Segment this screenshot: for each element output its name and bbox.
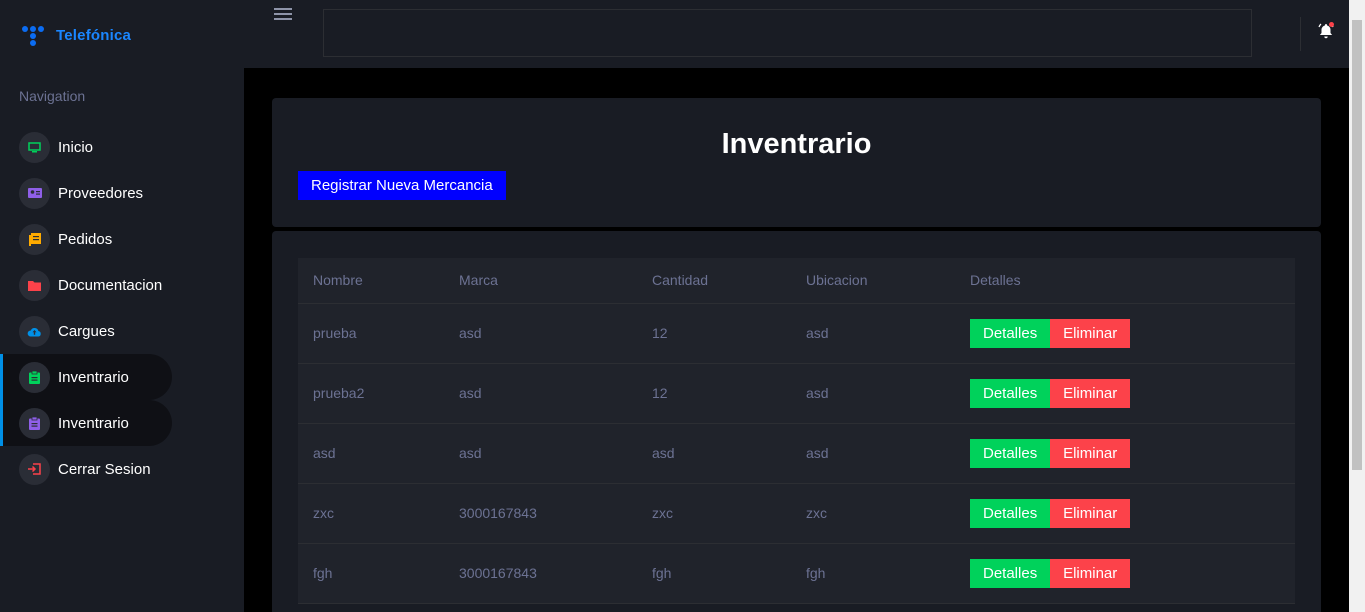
menu-toggle-icon[interactable] (274, 8, 292, 22)
delete-button[interactable]: Eliminar (1050, 498, 1131, 528)
nav-heading: Navigation (19, 88, 86, 104)
cell-marca: asd (444, 363, 637, 424)
delete-button[interactable]: Eliminar (1050, 378, 1131, 408)
sidebar-item-documentacion[interactable]: Documentacion (0, 262, 172, 308)
brand-name: Telefónica (56, 26, 132, 44)
cell-ubicacion: asd (791, 423, 955, 484)
sidebar-item-inicio[interactable]: Inicio (0, 124, 172, 170)
table-row: prueba asd 12 asd Detalles Eliminar (298, 303, 1295, 364)
delete-button[interactable]: Eliminar (1050, 438, 1131, 468)
table-row: zxc 3000167843 zxc zxc Detalles Eliminar (298, 483, 1295, 544)
delete-button[interactable]: Eliminar (1050, 318, 1131, 348)
inventory-table-card: Nombre Marca Cantidad Ubicacion Detalles… (272, 231, 1321, 612)
clipboard-icon (19, 407, 50, 439)
document-icon (19, 223, 50, 255)
cell-cantidad: 12 (637, 363, 791, 424)
inventory-header-card: Inventrario Registrar Nueva Mercancia (272, 98, 1321, 227)
cell-nombre: prueba2 (298, 363, 444, 424)
cell-nombre: prueba (298, 303, 444, 364)
cell-actions: Detalles Eliminar (955, 303, 1295, 364)
scrollbar-thumb[interactable] (1352, 20, 1362, 470)
inventory-table: Nombre Marca Cantidad Ubicacion Detalles… (298, 258, 1295, 604)
details-button[interactable]: Detalles (970, 438, 1051, 468)
table-row: asd asd asd asd Detalles Eliminar (298, 423, 1295, 484)
sidebar-item-label: Inventrario (58, 414, 129, 432)
cell-ubicacion: fgh (791, 543, 955, 604)
sidebar-item-inventrario[interactable]: Inventrario (0, 354, 172, 400)
search-input[interactable] (323, 9, 1252, 57)
cell-cantidad: fgh (637, 543, 791, 604)
cell-nombre: asd (298, 423, 444, 484)
cell-cantidad: 12 (637, 303, 791, 364)
column-header-ubicacion: Ubicacion (791, 258, 955, 304)
details-button[interactable]: Detalles (970, 498, 1051, 528)
clipboard-icon (19, 361, 50, 393)
sidebar-item-proveedores[interactable]: Proveedores (0, 170, 172, 216)
navbar-divider (1300, 17, 1301, 51)
page-title: Inventrario (721, 128, 872, 160)
sidebar: Telefónica Navigation Inicio Proveedores… (0, 0, 244, 612)
cell-ubicacion: zxc (791, 483, 955, 544)
details-button[interactable]: Detalles (970, 558, 1051, 588)
table-header-row: Nombre Marca Cantidad Ubicacion Detalles (298, 258, 1295, 304)
sidebar-item-cerrar-sesion[interactable]: Cerrar Sesion (0, 446, 172, 492)
sidebar-item-label: Documentacion (58, 276, 163, 294)
cell-nombre: zxc (298, 483, 444, 544)
logout-icon (19, 453, 50, 485)
column-header-marca: Marca (444, 258, 637, 304)
sidebar-item-inventrario-2[interactable]: Inventrario (0, 400, 172, 446)
cell-marca: 3000167843 (444, 543, 637, 604)
top-navbar (244, 0, 1349, 68)
notification-bell-icon[interactable] (1317, 22, 1335, 40)
sidebar-item-label: Inicio (58, 138, 94, 156)
details-button[interactable]: Detalles (970, 318, 1051, 348)
cell-actions: Detalles Eliminar (955, 543, 1295, 604)
telefonica-logo-icon (22, 23, 52, 47)
cell-marca: 3000167843 (444, 483, 637, 544)
cell-ubicacion: asd (791, 303, 955, 364)
column-header-nombre: Nombre (298, 258, 444, 304)
cell-actions: Detalles Eliminar (955, 423, 1295, 484)
register-merchandise-button[interactable]: Registrar Nueva Mercancia (298, 171, 506, 200)
sidebar-item-label: Pedidos (58, 230, 113, 248)
cell-marca: asd (444, 423, 637, 484)
table-row: fgh 3000167843 fgh fgh Detalles Eliminar (298, 543, 1295, 604)
sidebar-item-cargues[interactable]: Cargues (0, 308, 172, 354)
page-scrollbar[interactable] (1349, 0, 1365, 612)
sidebar-item-label: Cerrar Sesion (58, 460, 151, 478)
sidebar-item-label: Inventrario (58, 368, 129, 386)
monitor-icon (19, 131, 50, 163)
table-row: prueba2 asd 12 asd Detalles Eliminar (298, 363, 1295, 424)
sidebar-item-label: Proveedores (58, 184, 144, 202)
cell-nombre: fgh (298, 543, 444, 604)
column-header-cantidad: Cantidad (637, 258, 791, 304)
table-wrapper: Nombre Marca Cantidad Ubicacion Detalles… (298, 258, 1295, 604)
cell-cantidad: asd (637, 423, 791, 484)
cell-ubicacion: asd (791, 363, 955, 424)
cell-actions: Detalles Eliminar (955, 363, 1295, 424)
delete-button[interactable]: Eliminar (1050, 558, 1131, 588)
cell-actions: Detalles Eliminar (955, 483, 1295, 544)
id-card-icon (19, 177, 50, 209)
cell-marca: asd (444, 303, 637, 364)
sidebar-item-pedidos[interactable]: Pedidos (0, 216, 172, 262)
app-root: Telefónica Navigation Inicio Proveedores… (0, 0, 1365, 612)
brand-logo[interactable]: Telefónica (22, 22, 131, 48)
column-header-detalles: Detalles (955, 258, 1295, 304)
cloud-upload-icon (19, 315, 50, 347)
folder-icon (19, 269, 50, 301)
sidebar-item-label: Cargues (58, 322, 115, 340)
cell-cantidad: zxc (637, 483, 791, 544)
details-button[interactable]: Detalles (970, 378, 1051, 408)
